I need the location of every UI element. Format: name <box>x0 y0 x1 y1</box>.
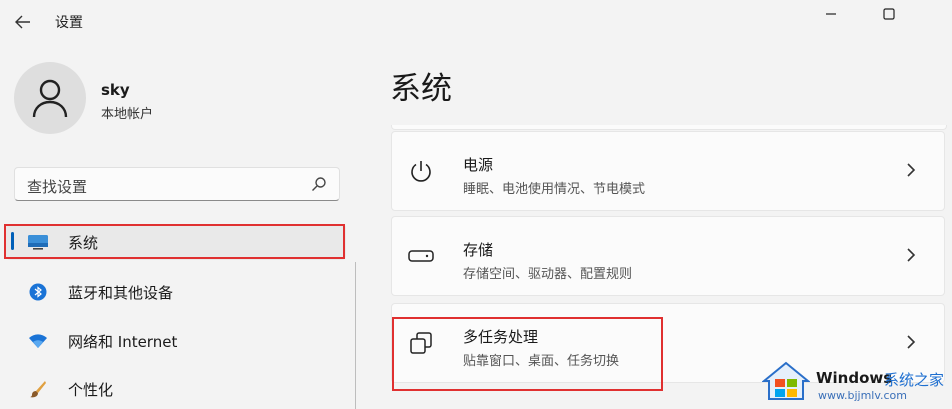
page-title: 系统 <box>390 71 452 107</box>
card-subtitle: 存储空间、驱动器、配置规则 <box>463 267 633 282</box>
back-arrow-icon <box>15 15 30 29</box>
highlight-box-system <box>4 224 345 259</box>
avatar[interactable] <box>14 62 86 134</box>
app-title: 设置 <box>55 15 83 31</box>
scrollbar[interactable] <box>355 262 356 409</box>
user-icon <box>32 79 68 118</box>
sidebar-item-network[interactable]: 网络和 Internet <box>6 323 346 359</box>
highlight-box-multitasking <box>392 317 663 391</box>
card-title: 电源 <box>463 156 494 174</box>
sidebar-item-label: 个性化 <box>68 380 114 399</box>
minimize-button[interactable] <box>808 0 854 28</box>
chevron-right-icon <box>907 335 916 349</box>
maximize-button[interactable] <box>866 0 912 28</box>
watermark-brand: Windows <box>816 369 893 387</box>
search-icon <box>312 177 326 191</box>
watermark-site: 系统之家 <box>884 371 945 389</box>
sidebar-item-personalization[interactable]: 个性化 <box>6 371 346 407</box>
wifi-icon <box>21 333 55 349</box>
chevron-right-icon <box>907 163 916 177</box>
windows-logo-icon <box>762 361 810 400</box>
brush-icon <box>21 380 55 398</box>
setting-card-power[interactable]: 电源 睡眠、电池使用情况、节电模式 <box>391 131 945 211</box>
card-edge <box>391 125 947 130</box>
storage-icon <box>406 241 436 271</box>
minimize-icon <box>826 13 836 15</box>
card-subtitle: 睡眠、电池使用情况、节电模式 <box>463 182 646 197</box>
search-placeholder: 查找设置 <box>27 178 88 196</box>
search-input[interactable]: 查找设置 <box>14 167 340 201</box>
sidebar-item-label: 蓝牙和其他设备 <box>68 283 174 302</box>
setting-card-storage[interactable]: 存储 存储空间、驱动器、配置规则 <box>391 216 945 296</box>
back-button[interactable] <box>8 8 38 36</box>
watermark-url: www.bjjmlv.com <box>818 389 907 402</box>
power-icon <box>406 156 436 186</box>
watermark: Windows 系统之家 www.bjjmlv.com <box>762 358 952 409</box>
user-name: sky <box>101 81 130 99</box>
card-title: 存储 <box>463 241 494 259</box>
bluetooth-icon <box>21 283 55 301</box>
sidebar-item-bluetooth[interactable]: 蓝牙和其他设备 <box>6 274 346 310</box>
sidebar-item-label: 网络和 Internet <box>68 332 178 351</box>
chevron-right-icon <box>907 248 916 262</box>
maximize-icon <box>883 8 895 20</box>
account-type: 本地帐户 <box>101 107 154 122</box>
